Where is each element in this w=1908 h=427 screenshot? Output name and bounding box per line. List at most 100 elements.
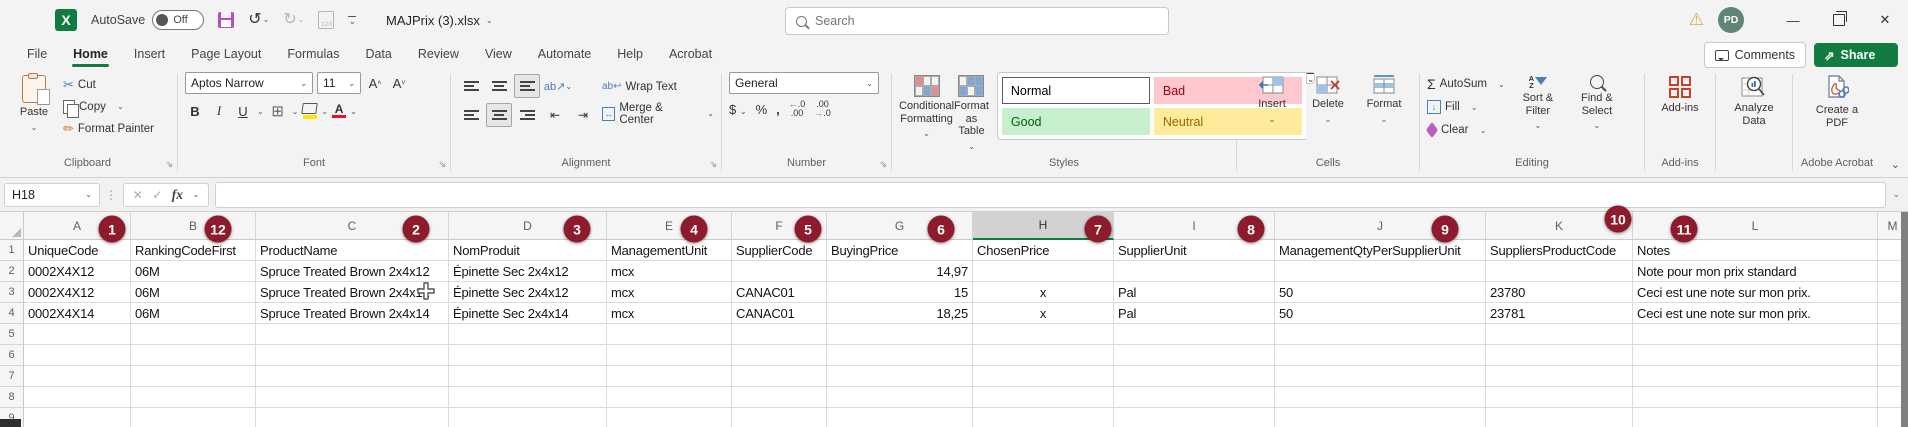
cut-button[interactable]: ✂Cut	[63, 74, 154, 95]
increase-font-button[interactable]: A˄	[365, 73, 385, 93]
tab-home[interactable]: Home	[60, 40, 121, 68]
cell-H5[interactable]	[973, 324, 1114, 345]
tab-insert[interactable]: Insert	[121, 40, 178, 68]
cell-J1[interactable]: ManagementQtyPerSupplierUnit	[1275, 240, 1486, 261]
cell-J2[interactable]	[1275, 261, 1486, 282]
tab-review[interactable]: Review	[405, 40, 472, 68]
cell-K9[interactable]	[1486, 408, 1633, 427]
cell-G3[interactable]: 15	[827, 282, 973, 303]
autosum-button[interactable]: ΣAutoSum ⌄	[1427, 74, 1505, 94]
analyze-data-button[interactable]: Analyze Data	[1725, 72, 1783, 127]
cell-F7[interactable]	[732, 366, 827, 387]
cell-C9[interactable]	[256, 408, 449, 427]
cell-K6[interactable]	[1486, 345, 1633, 366]
warning-icon[interactable]: ⚠	[1689, 10, 1704, 30]
cell-L2[interactable]: Note pour mon prix standard	[1633, 261, 1878, 282]
cell-A2[interactable]: 0002X4X12	[24, 261, 131, 282]
cancel-icon[interactable]: ✕	[133, 188, 143, 202]
cell-A9[interactable]	[24, 408, 131, 427]
cell-G2[interactable]: 14,97	[827, 261, 973, 282]
name-box[interactable]: H18⌄	[4, 183, 100, 207]
cell-B9[interactable]	[131, 408, 256, 427]
formula-bar-expand-icon[interactable]: ⌄	[1892, 189, 1900, 200]
cell-L8[interactable]	[1633, 387, 1878, 408]
tab-data[interactable]: Data	[352, 40, 404, 68]
cell-I4[interactable]: Pal	[1114, 303, 1275, 324]
cell-F2[interactable]	[732, 261, 827, 282]
cell-C2[interactable]: Spruce Treated Brown 2x4x12	[256, 261, 449, 282]
decrease-indent-button[interactable]: ⇤	[542, 103, 568, 127]
format-as-table-button[interactable]: Format as Table ⌄	[954, 72, 989, 153]
enter-icon[interactable]: ✓	[152, 188, 162, 202]
cell-L6[interactable]	[1633, 345, 1878, 366]
cell-B8[interactable]	[131, 387, 256, 408]
cell-A1[interactable]: UniqueCode	[24, 240, 131, 261]
cell-C7[interactable]	[256, 366, 449, 387]
cell-J6[interactable]	[1275, 345, 1486, 366]
row-header-3[interactable]: 3	[0, 282, 24, 303]
restore-button[interactable]	[1816, 0, 1862, 40]
cell-H4[interactable]: x	[973, 303, 1114, 324]
insert-cells-button[interactable]: Insert ⌄	[1244, 72, 1300, 126]
cell-B4[interactable]: 06M	[131, 303, 256, 324]
font-size-select[interactable]: 11⌄	[317, 72, 361, 94]
autosave-toggle[interactable]: AutoSave Off	[91, 10, 204, 30]
row-header-1[interactable]: 1	[0, 240, 24, 261]
wrap-text-button[interactable]: ab↩Wrap Text	[602, 76, 714, 97]
row-header-2[interactable]: 2	[0, 261, 24, 282]
cell-F4[interactable]: CANAC01	[732, 303, 827, 324]
cell-E2[interactable]: mcx	[607, 261, 732, 282]
column-header-B[interactable]: B	[131, 212, 256, 240]
fill-button[interactable]: ↓Fill ⌄	[1427, 97, 1505, 117]
font-family-select[interactable]: Aptos Narrow⌄	[185, 72, 313, 94]
cell-C1[interactable]: ProductName	[256, 240, 449, 261]
clipboard-dialog-launcher[interactable]: ⇘	[165, 159, 173, 170]
comments-button[interactable]: Comments	[1704, 42, 1806, 68]
cell-J3[interactable]: 50	[1275, 282, 1486, 303]
bold-button[interactable]: B	[185, 101, 205, 121]
increase-indent-button[interactable]: ⇥	[570, 103, 596, 127]
format-painter-button[interactable]: ✏Format Painter	[63, 118, 154, 139]
cell-A5[interactable]	[24, 324, 131, 345]
cell-L4[interactable]: Ceci est une note sur mon prix.	[1633, 303, 1878, 324]
close-button[interactable]: ✕	[1862, 0, 1908, 40]
copy-button[interactable]: Copy ⌄	[63, 96, 154, 117]
underline-button[interactable]: U	[233, 101, 253, 121]
tab-view[interactable]: View	[472, 40, 525, 68]
cell-E1[interactable]: ManagementUnit	[607, 240, 732, 261]
account-avatar[interactable]: PD	[1718, 7, 1744, 33]
select-all-corner[interactable]	[0, 212, 24, 240]
cell-H8[interactable]	[973, 387, 1114, 408]
cell-G6[interactable]	[827, 345, 973, 366]
cell-A8[interactable]	[24, 387, 131, 408]
cell-J5[interactable]	[1275, 324, 1486, 345]
cell-I5[interactable]	[1114, 324, 1275, 345]
cell-D2[interactable]: Épinette Sec 2x4x12	[449, 261, 607, 282]
cell-A7[interactable]	[24, 366, 131, 387]
cell-D4[interactable]: Épinette Sec 2x4x14	[449, 303, 607, 324]
cell-K1[interactable]: SuppliersProductCode	[1486, 240, 1633, 261]
cell-L7[interactable]	[1633, 366, 1878, 387]
search-input[interactable]: Search	[785, 7, 1169, 35]
cell-F5[interactable]	[732, 324, 827, 345]
cell-K8[interactable]	[1486, 387, 1633, 408]
cell-style-normal[interactable]: Normal	[1002, 77, 1150, 104]
cell-L1[interactable]: Notes	[1633, 240, 1878, 261]
currency-button[interactable]: $ ⌄	[729, 102, 747, 117]
cell-H3[interactable]: x	[973, 282, 1114, 303]
comma-style-button[interactable]: ,	[776, 102, 780, 117]
cell-G1[interactable]: BuyingPrice	[827, 240, 973, 261]
align-center-button[interactable]	[486, 103, 512, 127]
cell-G9[interactable]	[827, 408, 973, 427]
cell-I1[interactable]: SupplierUnit	[1114, 240, 1275, 261]
cell-G7[interactable]	[827, 366, 973, 387]
cell-F1[interactable]: SupplierCode	[732, 240, 827, 261]
merge-center-button[interactable]: ↔Merge & Center ⌄	[602, 103, 714, 124]
cell-G4[interactable]: 18,25	[827, 303, 973, 324]
tab-page-layout[interactable]: Page Layout	[178, 40, 274, 68]
cell-C4[interactable]: Spruce Treated Brown 2x4x14	[256, 303, 449, 324]
cell-H9[interactable]	[973, 408, 1114, 427]
top-align-button[interactable]	[458, 74, 484, 98]
decrease-decimal-button[interactable]: .00→.0	[814, 100, 831, 118]
cell-G8[interactable]	[827, 387, 973, 408]
